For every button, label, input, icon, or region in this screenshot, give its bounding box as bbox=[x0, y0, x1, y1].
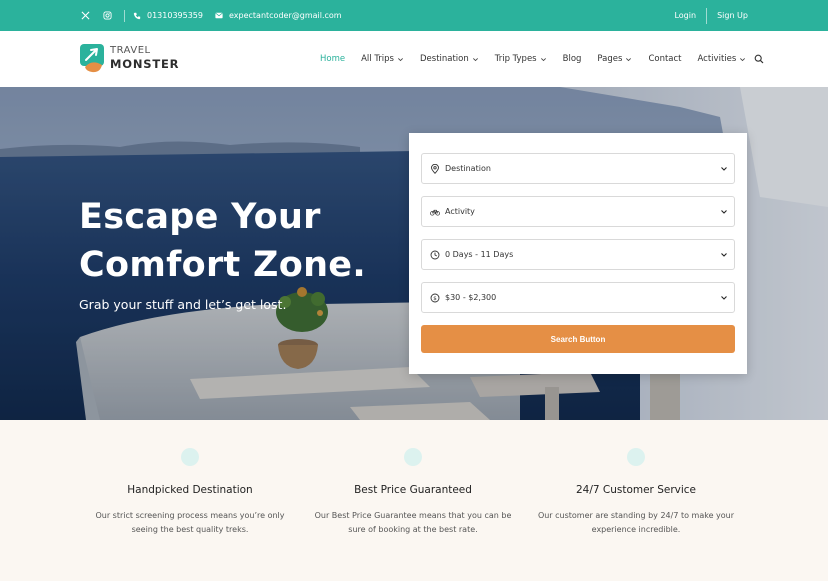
signup-link[interactable]: Sign Up bbox=[717, 11, 748, 20]
site-logo[interactable]: TRAVEL MONSTER bbox=[80, 43, 179, 73]
chevron-down-icon bbox=[540, 57, 546, 61]
nav-item-pages[interactable]: Pages bbox=[597, 54, 632, 64]
hero-title: Escape Your Comfort Zone. bbox=[79, 193, 366, 289]
chevron-down-icon bbox=[397, 57, 403, 61]
nav-item-label: Blog bbox=[562, 54, 582, 64]
hero-subtitle: Grab your stuff and let’s get lost. bbox=[79, 297, 287, 312]
logo-text: TRAVEL MONSTER bbox=[110, 44, 180, 71]
site-header: TRAVEL MONSTER Home All Trips Destination T… bbox=[0, 31, 828, 87]
duration-select-value: 0 Days - 11 Days bbox=[445, 250, 514, 259]
phone-number: 01310395359 bbox=[147, 11, 203, 20]
nav-item-label: Home bbox=[320, 54, 346, 64]
nav-item-activities[interactable]: Activities bbox=[698, 54, 747, 64]
main-nav: Home All Trips Destination Trip Types Blog Pa… bbox=[320, 31, 764, 87]
chevron-down-icon bbox=[721, 296, 727, 300]
top-bar-right: Login Sign Up bbox=[674, 0, 748, 31]
divider bbox=[124, 9, 125, 22]
divider bbox=[706, 7, 708, 24]
nav-item-label: Trip Types bbox=[494, 54, 537, 64]
feature-description: Our customer are standing by 24/7 to mak… bbox=[537, 511, 735, 534]
nav-item-contact[interactable]: Contact bbox=[648, 54, 681, 64]
clock-icon bbox=[430, 250, 440, 260]
bicycle-icon bbox=[430, 207, 440, 217]
chevron-down-icon bbox=[740, 57, 746, 61]
price-select[interactable]: $ $30 - $2,300 bbox=[421, 282, 735, 313]
activity-select-value: Activity bbox=[445, 207, 475, 216]
hero-title-line-2: Comfort Zone. bbox=[79, 245, 366, 285]
feature-icon bbox=[627, 448, 645, 466]
logo-plane-icon bbox=[80, 43, 104, 73]
location-pin-icon bbox=[430, 163, 440, 174]
email-contact[interactable]: expectantcoder@gmail.com bbox=[215, 11, 342, 20]
chevron-down-icon bbox=[472, 57, 478, 61]
nav-item-label: Destination bbox=[419, 54, 469, 64]
feature-title: 24/7 Customer Service bbox=[575, 484, 697, 496]
nav-item-all-trips[interactable]: All Trips bbox=[361, 54, 404, 64]
duration-select[interactable]: 0 Days - 11 Days bbox=[421, 239, 735, 270]
features-section: Handpicked Destination Our strict screen… bbox=[0, 420, 828, 581]
top-bar: 01310395359 expectantcoder@gmail.com Log… bbox=[0, 0, 828, 31]
search-button[interactable]: Search Button bbox=[421, 325, 735, 353]
instagram-icon[interactable] bbox=[102, 11, 112, 21]
chevron-down-icon bbox=[721, 210, 727, 214]
nav-item-label: Pages bbox=[597, 54, 623, 64]
destination-select-value: Destination bbox=[445, 164, 491, 173]
email-address: expectantcoder@gmail.com bbox=[229, 11, 342, 20]
nav-item-blog[interactable]: Blog bbox=[563, 54, 582, 64]
login-link[interactable]: Login bbox=[674, 11, 696, 20]
hero-title-line-1: Escape Your bbox=[79, 197, 321, 237]
nav-item-label: Contact bbox=[648, 54, 682, 64]
top-bar-left: 01310395359 expectantcoder@gmail.com bbox=[80, 0, 354, 31]
nav-item-home[interactable]: Home bbox=[320, 54, 345, 64]
phone-contact[interactable]: 01310395359 bbox=[133, 11, 203, 20]
price-select-value: $30 - $2,300 bbox=[445, 293, 497, 302]
feature-icon bbox=[181, 448, 199, 466]
phone-icon bbox=[133, 12, 141, 19]
x-twitter-icon[interactable] bbox=[80, 11, 90, 21]
chevron-down-icon bbox=[721, 253, 727, 257]
activity-select[interactable]: Activity bbox=[421, 196, 735, 227]
nav-item-destination[interactable]: Destination bbox=[420, 54, 479, 64]
dollar-circle-icon: $ bbox=[430, 293, 440, 303]
feature-description: Our Best Price Guarantee means that you … bbox=[314, 511, 512, 534]
logo-line-travel: TRAVEL bbox=[110, 44, 151, 56]
logo-line-monster: MONSTER bbox=[110, 56, 180, 71]
destination-select[interactable]: Destination bbox=[421, 153, 735, 184]
nav-item-trip-types[interactable]: Trip Types bbox=[495, 54, 547, 64]
feature-icon bbox=[404, 448, 422, 466]
trip-search-card: Destination Activity 0 Days - 11 Days $ … bbox=[409, 133, 747, 374]
nav-item-label: Activities bbox=[697, 54, 737, 64]
mail-icon bbox=[215, 12, 223, 19]
chevron-down-icon bbox=[626, 57, 632, 61]
search-icon[interactable] bbox=[754, 54, 764, 64]
feature-title: Handpicked Destination bbox=[127, 484, 253, 496]
chevron-down-icon bbox=[721, 167, 727, 171]
feature-title: Best Price Guaranteed bbox=[354, 484, 472, 496]
nav-item-label: All Trips bbox=[361, 54, 394, 64]
feature-description: Our strict screening process means you’r… bbox=[95, 511, 285, 534]
svg-text:$: $ bbox=[433, 296, 437, 302]
